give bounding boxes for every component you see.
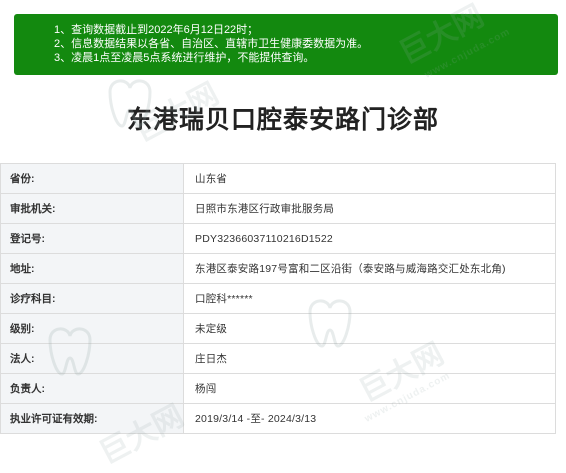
row-label-address: 地址: <box>0 253 184 284</box>
row-value-level: 未定级 <box>183 313 556 344</box>
table-row: 地址: 东港区泰安路197号富和二区沿街（泰安路与威海路交汇处东北角) <box>0 253 556 284</box>
row-label-approval-authority: 审批机关: <box>0 193 184 224</box>
notice-line-3: 3、凌晨1点至凌晨5点系统进行维护，不能提供查询。 <box>54 52 315 64</box>
table-row: 诊疗科目: 口腔科****** <box>0 283 556 314</box>
row-label-license-validity: 执业许可证有效期: <box>0 403 184 434</box>
table-row: 级别: 未定级 <box>0 313 556 344</box>
info-table: 省份: 山东省 审批机关: 日照市东港区行政审批服务局 登记号: PDY3236… <box>0 163 556 434</box>
table-row: 省份: 山东省 <box>0 163 556 194</box>
row-value-approval-authority: 日照市东港区行政审批服务局 <box>183 193 556 224</box>
row-label-level: 级别: <box>0 313 184 344</box>
row-value-legal-person: 庄日杰 <box>183 343 556 374</box>
row-label-legal-person: 法人: <box>0 343 184 374</box>
notice-line-2: 2、信息数据结果以各省、自治区、直辖市卫生健康委数据为准。 <box>54 38 369 50</box>
row-value-person-in-charge: 杨闯 <box>183 373 556 404</box>
row-value-province: 山东省 <box>183 163 556 194</box>
table-row: 执业许可证有效期: 2019/3/14 -至- 2024/3/13 <box>0 403 556 434</box>
row-value-address: 东港区泰安路197号富和二区沿街（泰安路与威海路交汇处东北角) <box>183 253 556 284</box>
table-row: 登记号: PDY32366037110216D1522 <box>0 223 556 254</box>
row-label-province: 省份: <box>0 163 184 194</box>
row-value-license-validity: 2019/3/14 -至- 2024/3/13 <box>183 403 556 434</box>
notice-banner: 1、查询数据截止到2022年6月12日22时； 2、信息数据结果以各省、自治区、… <box>14 14 558 75</box>
table-row: 审批机关: 日照市东港区行政审批服务局 <box>0 193 556 224</box>
table-row: 法人: 庄日杰 <box>0 343 556 374</box>
page-title: 东港瑞贝口腔泰安路门诊部 <box>126 106 439 134</box>
row-value-departments: 口腔科****** <box>183 283 556 314</box>
row-label-departments: 诊疗科目: <box>0 283 184 314</box>
row-value-registration-number: PDY32366037110216D1522 <box>183 223 556 254</box>
table-row: 负责人: 杨闯 <box>0 373 556 404</box>
row-label-person-in-charge: 负责人: <box>0 373 184 404</box>
row-label-registration-number: 登记号: <box>0 223 184 254</box>
notice-line-1: 1、查询数据截止到2022年6月12日22时； <box>54 24 259 36</box>
